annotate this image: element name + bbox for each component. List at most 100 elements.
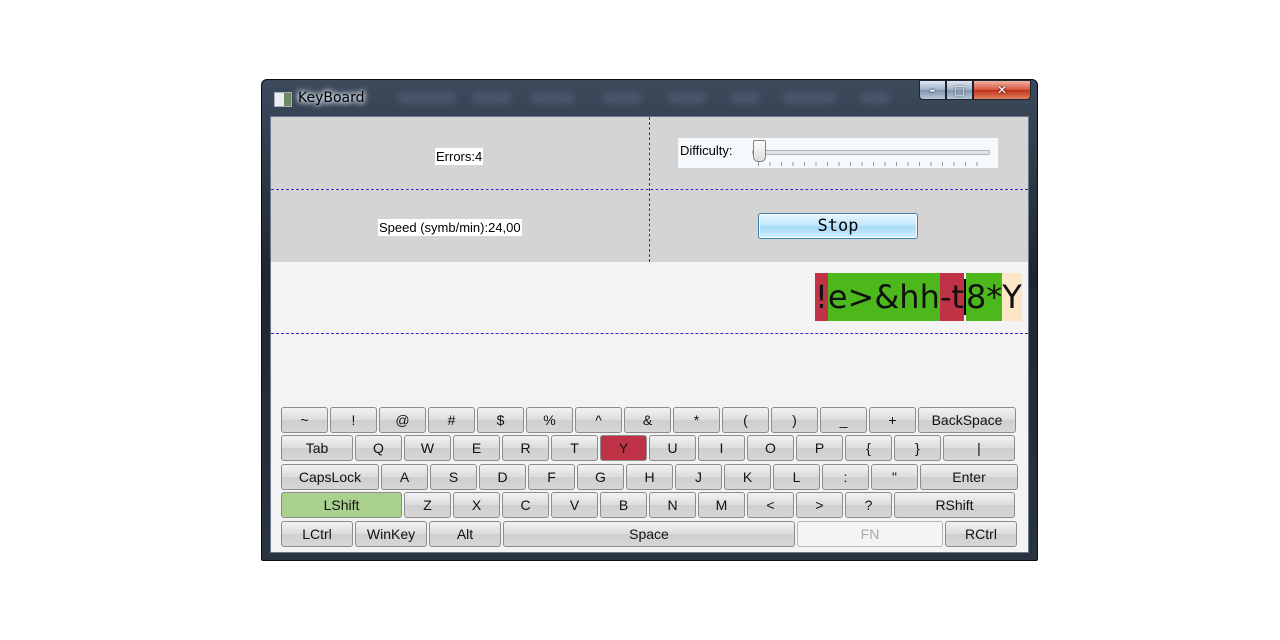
key-t[interactable]: T — [551, 435, 598, 461]
typed-char: ! — [815, 273, 828, 321]
key-fn: FN — [797, 521, 943, 547]
window-controls: – □ ✕ — [919, 80, 1031, 102]
close-button[interactable]: ✕ — [973, 80, 1031, 100]
key-capslock[interactable]: CapsLock — [281, 464, 379, 490]
key-[interactable]: ! — [330, 407, 377, 433]
key-[interactable]: @ — [379, 407, 426, 433]
errors-label: Errors:4 — [435, 148, 484, 165]
typed-char: t — [951, 273, 964, 321]
window-title: KeyBoard — [298, 90, 365, 106]
key-space[interactable]: Space — [503, 521, 795, 547]
key-[interactable]: ? — [845, 492, 892, 518]
key-z[interactable]: Z — [404, 492, 451, 518]
key-[interactable]: ) — [771, 407, 818, 433]
key-d[interactable]: D — [479, 464, 526, 490]
client-area: Errors:4 Speed (symb/min):24,00 Difficul… — [270, 116, 1029, 553]
typing-text: ! e > & h h - t 8 * Y — [815, 273, 1022, 321]
key-[interactable]: ^ — [575, 407, 622, 433]
key-[interactable]: $ — [477, 407, 524, 433]
key-[interactable]: * — [673, 407, 720, 433]
typed-char: * — [986, 273, 1003, 321]
grid-divider — [271, 333, 1028, 334]
typed-char: & — [874, 273, 900, 321]
key-g[interactable]: G — [577, 464, 624, 490]
typed-char: > — [847, 273, 875, 321]
app-icon[interactable] — [274, 92, 292, 107]
key-[interactable]: " — [871, 464, 918, 490]
key-lshift[interactable]: LShift — [281, 492, 402, 518]
background-blur — [860, 92, 890, 104]
stop-button[interactable]: Stop — [758, 213, 918, 239]
key-m[interactable]: M — [698, 492, 745, 518]
typed-char: - — [939, 273, 952, 321]
key-q[interactable]: Q — [355, 435, 402, 461]
key-[interactable]: < — [747, 492, 794, 518]
key-lctrl[interactable]: LCtrl — [281, 521, 353, 547]
background-blur — [782, 92, 837, 104]
key-tab[interactable]: Tab — [281, 435, 353, 461]
key-e[interactable]: E — [453, 435, 500, 461]
maximize-button[interactable]: □ — [946, 80, 973, 100]
grid-divider — [271, 189, 1028, 190]
title-bar[interactable]: KeyBoard – □ ✕ — [262, 80, 1037, 116]
key-y[interactable]: Y — [600, 435, 647, 461]
key-[interactable]: & — [624, 407, 671, 433]
key-v[interactable]: V — [551, 492, 598, 518]
key-l[interactable]: L — [773, 464, 820, 490]
app-window: KeyBoard – □ ✕ Errors:4 Speed (symb/min)… — [261, 79, 1038, 561]
key-[interactable]: + — [869, 407, 916, 433]
key-u[interactable]: U — [649, 435, 696, 461]
key-w[interactable]: W — [404, 435, 451, 461]
key-winkey[interactable]: WinKey — [355, 521, 427, 547]
key-[interactable]: ~ — [281, 407, 328, 433]
key-h[interactable]: H — [626, 464, 673, 490]
maximize-icon: □ — [953, 83, 966, 97]
minimize-button[interactable]: – — [919, 80, 946, 100]
key-[interactable]: # — [428, 407, 475, 433]
slider-thumb[interactable] — [753, 140, 766, 162]
key-x[interactable]: X — [453, 492, 500, 518]
key-rshift[interactable]: RShift — [894, 492, 1015, 518]
key-[interactable]: } — [894, 435, 941, 461]
key-n[interactable]: N — [649, 492, 696, 518]
key-i[interactable]: I — [698, 435, 745, 461]
key-[interactable]: { — [845, 435, 892, 461]
background-blur — [472, 92, 512, 104]
key-enter[interactable]: Enter — [920, 464, 1018, 490]
key-[interactable]: % — [526, 407, 573, 433]
key-[interactable]: | — [943, 435, 1015, 461]
typed-char: h — [899, 273, 920, 321]
background-blur — [667, 92, 707, 104]
key-s[interactable]: S — [430, 464, 477, 490]
typed-char: e — [827, 273, 848, 321]
key-[interactable]: : — [822, 464, 869, 490]
slider-ticks — [758, 162, 988, 166]
key-r[interactable]: R — [502, 435, 549, 461]
key-p[interactable]: P — [796, 435, 843, 461]
difficulty-slider-panel: Difficulty: — [678, 138, 998, 168]
background-blur — [397, 92, 457, 104]
key-a[interactable]: A — [381, 464, 428, 490]
difficulty-slider[interactable] — [752, 150, 990, 155]
background-blur — [730, 92, 760, 104]
background-blur — [530, 92, 575, 104]
key-j[interactable]: J — [675, 464, 722, 490]
key-rctrl[interactable]: RCtrl — [945, 521, 1017, 547]
key-[interactable]: > — [796, 492, 843, 518]
key-f[interactable]: F — [528, 464, 575, 490]
close-icon: ✕ — [996, 83, 1008, 97]
speed-label: Speed (symb/min):24,00 — [378, 219, 522, 236]
key-k[interactable]: K — [724, 464, 771, 490]
key-[interactable]: ( — [722, 407, 769, 433]
key-b[interactable]: B — [600, 492, 647, 518]
difficulty-label: Difficulty: — [680, 143, 733, 158]
key-alt[interactable]: Alt — [429, 521, 501, 547]
typed-char: 8 — [965, 273, 987, 321]
key-[interactable]: _ — [820, 407, 867, 433]
minimize-icon: – — [929, 83, 936, 97]
key-c[interactable]: C — [502, 492, 549, 518]
typed-char: Y — [1002, 273, 1022, 321]
key-o[interactable]: O — [747, 435, 794, 461]
key-backspace[interactable]: BackSpace — [918, 407, 1016, 433]
background-blur — [602, 92, 642, 104]
